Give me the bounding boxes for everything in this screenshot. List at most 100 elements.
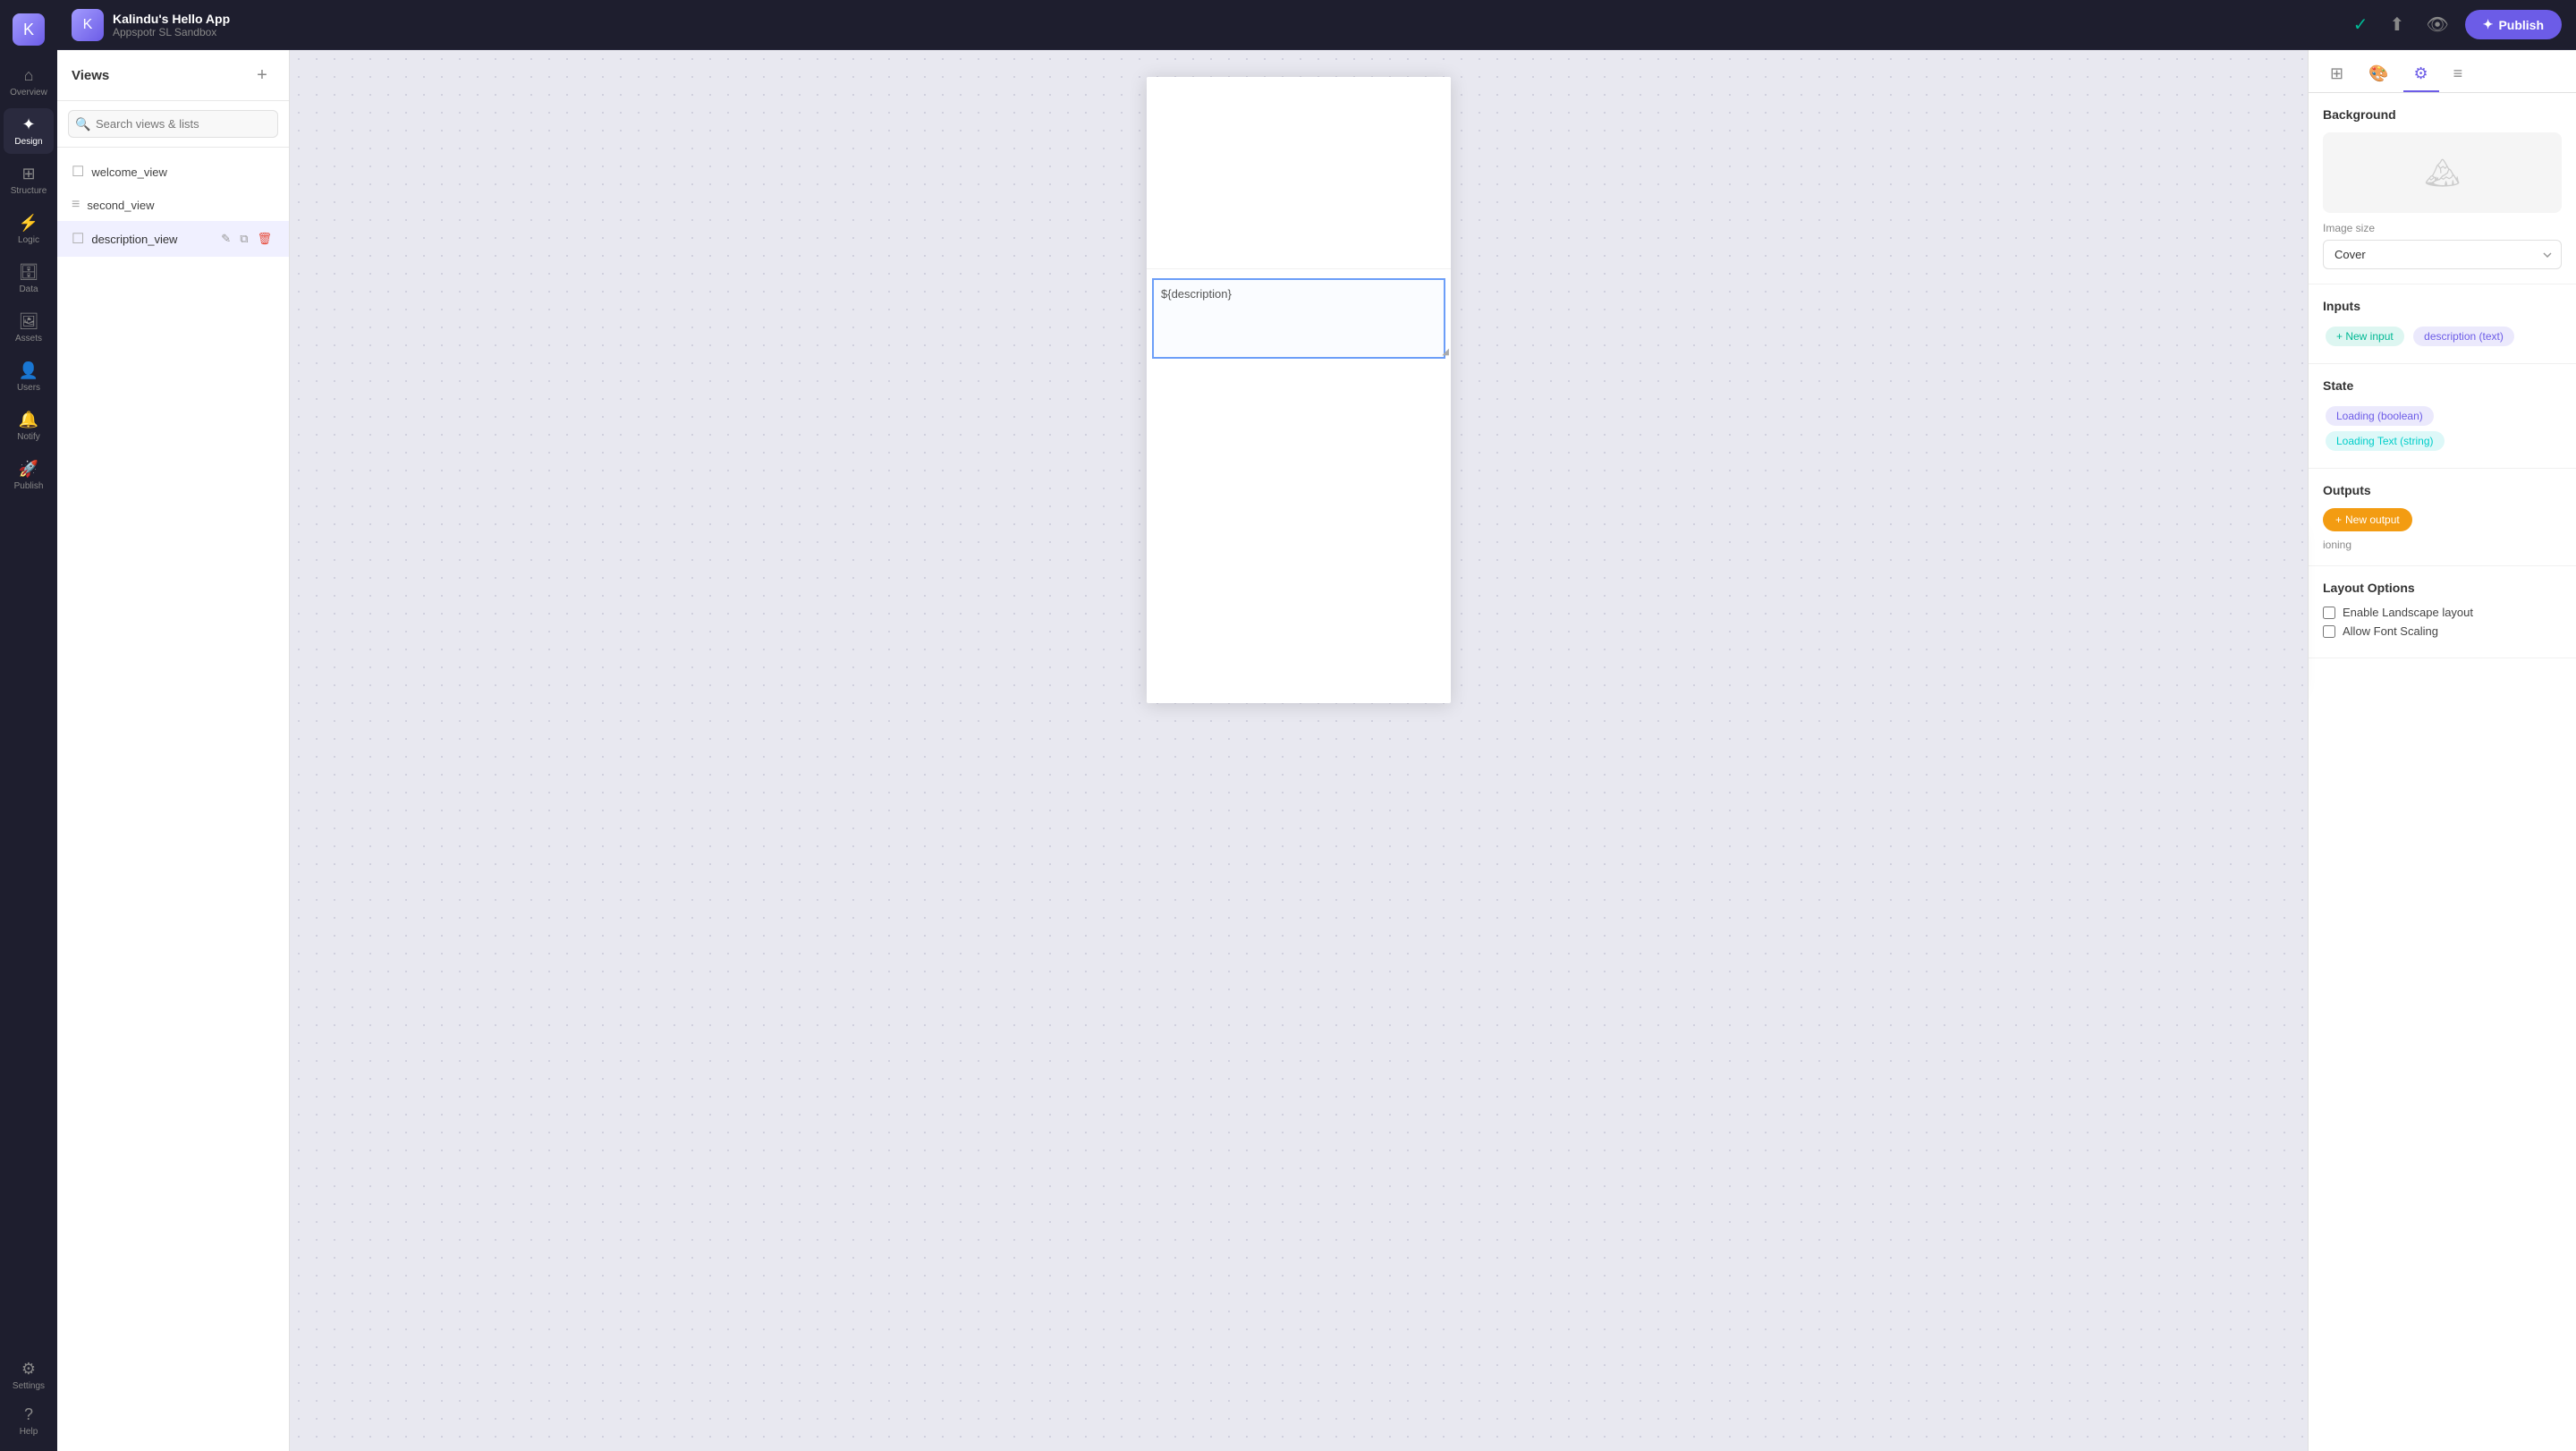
status-check-button[interactable]: ✓ xyxy=(2348,8,2374,41)
layout-options-section: Layout Options Enable Landscape layout A… xyxy=(2309,566,2576,658)
content-area: Views + 🔍 ☐ welcome_view ≡ xyxy=(57,50,2576,1451)
state-section: State Loading (boolean) Loading Text (st… xyxy=(2309,364,2576,469)
image-placeholder-icon: 🏔 xyxy=(2424,156,2461,190)
sidebar-item-label: Users xyxy=(17,383,40,393)
design-icon: ✦ xyxy=(21,115,35,134)
nav-bottom: ⚙ Settings ? Help xyxy=(4,1353,54,1444)
edit-view-button[interactable]: ✎ xyxy=(218,229,233,249)
state-tags: Loading (boolean) Loading Text (string) xyxy=(2323,403,2562,454)
sidebar-item-assets[interactable]: 🖼 Assets xyxy=(4,305,54,351)
sidebar-item-label: Data xyxy=(19,284,38,294)
view-icon: ≡ xyxy=(72,197,80,213)
sidebar-item-logic[interactable]: ⚡ Logic xyxy=(4,207,54,252)
image-size-select[interactable]: Cover Contain Stretch Repeat xyxy=(2323,240,2562,269)
list-item-active[interactable]: ☐ description_view ✎ ⧉ 🗑 xyxy=(57,221,289,257)
sidebar-item-data[interactable]: 🗄 Data xyxy=(4,256,54,301)
view-name: description_view xyxy=(91,233,211,246)
canvas-frame: ${description} ◢ xyxy=(1147,77,1451,703)
right-panel-tabs: ⊞ 🎨 ⚙ ≡ xyxy=(2309,50,2576,93)
search-wrap: 🔍 xyxy=(68,110,278,138)
state-title: State xyxy=(2323,378,2562,393)
layout-options-title: Layout Options xyxy=(2323,581,2562,595)
sidebar-item-label: Structure xyxy=(11,186,47,196)
app-logo-icon: K xyxy=(13,13,45,46)
list-item[interactable]: ≡ second_view xyxy=(57,189,289,221)
notify-icon: 🔔 xyxy=(19,411,38,429)
loading-boolean-tag[interactable]: Loading (boolean) xyxy=(2326,406,2434,426)
background-title: Background xyxy=(2323,107,2562,122)
publish-icon: ✦ xyxy=(2483,17,2494,32)
publish-label: Publish xyxy=(2498,18,2544,32)
overview-icon: ⌂ xyxy=(24,66,34,85)
sidebar-item-settings[interactable]: ⚙ Settings xyxy=(4,1353,54,1398)
sidebar-item-publish[interactable]: 🚀 Publish xyxy=(4,453,54,498)
tab-settings[interactable]: ⚙ xyxy=(2403,57,2439,92)
sidebar-item-users[interactable]: 👤 Users xyxy=(4,354,54,400)
allow-font-scaling-checkbox[interactable] xyxy=(2323,625,2335,638)
view-actions: ✎ ⧉ 🗑 xyxy=(218,229,275,249)
settings-icon: ⚙ xyxy=(21,1360,36,1379)
list-item[interactable]: ☐ welcome_view xyxy=(57,155,289,189)
add-view-button[interactable]: + xyxy=(250,63,275,88)
loading-text-tag[interactable]: Loading Text (string) xyxy=(2326,431,2445,451)
view-name: welcome_view xyxy=(91,165,275,179)
app-subtitle: Appspotr SL Sandbox xyxy=(113,26,230,38)
header-app-info: K Kalindu's Hello App Appspotr SL Sandbo… xyxy=(72,9,2337,41)
sidebar-item-design[interactable]: ✦ Design xyxy=(4,108,54,154)
background-section: Background 🏔 Image size Cover Contain St… xyxy=(2309,93,2576,284)
search-icon: 🔍 xyxy=(75,116,90,132)
sidebar-item-overview[interactable]: ⌂ Overview xyxy=(4,59,54,105)
enable-landscape-checkbox[interactable] xyxy=(2323,607,2335,619)
tab-layers[interactable]: ≡ xyxy=(2443,57,2474,92)
outputs-title: Outputs xyxy=(2323,483,2562,497)
canvas-text-element[interactable]: ${description} xyxy=(1152,278,1445,359)
header-actions: ✓ ⬆ 👁 ✦ Publish xyxy=(2348,8,2562,41)
enable-landscape-label: Enable Landscape layout xyxy=(2343,606,2473,619)
allow-font-scaling-label: Allow Font Scaling xyxy=(2343,624,2438,638)
view-name: second_view xyxy=(87,199,275,212)
canvas-text-wrapper: ${description} ◢ xyxy=(1147,278,1451,359)
new-output-button[interactable]: + New output xyxy=(2323,508,2412,531)
inputs-section: Inputs + New input description (text) xyxy=(2309,284,2576,364)
views-title: Views xyxy=(72,68,109,83)
sidebar-item-label: Assets xyxy=(15,334,42,344)
inputs-title: Inputs xyxy=(2323,299,2562,313)
sidebar-item-label: Design xyxy=(14,137,42,147)
assets-icon: 🖼 xyxy=(19,312,39,331)
publish-nav-icon: 🚀 xyxy=(19,460,38,479)
tab-style[interactable]: 🎨 xyxy=(2358,57,2399,92)
sidebar-item-label: Settings xyxy=(13,1381,45,1391)
new-output-plus-icon: + xyxy=(2335,513,2342,526)
preview-button[interactable]: 👁 xyxy=(2420,8,2453,41)
allow-font-scaling-row: Allow Font Scaling xyxy=(2323,624,2562,638)
publish-button[interactable]: ✦ Publish xyxy=(2465,10,2562,39)
search-input[interactable] xyxy=(68,110,278,138)
data-icon: 🗄 xyxy=(19,263,39,282)
resize-handle[interactable]: ◢ xyxy=(1442,347,1449,357)
structure-icon: ⊞ xyxy=(21,165,35,183)
background-preview[interactable]: 🏔 xyxy=(2323,132,2562,213)
app-name-group: Kalindu's Hello App Appspotr SL Sandbox xyxy=(113,12,230,38)
sidebar-item-structure[interactable]: ⊞ Structure xyxy=(4,157,54,203)
canvas-area[interactable]: ${description} ◢ xyxy=(290,50,2308,1451)
description-tag[interactable]: description (text) xyxy=(2413,327,2514,346)
new-input-button[interactable]: + New input xyxy=(2326,327,2404,346)
sidebar-item-label: Notify xyxy=(17,432,40,442)
views-list: ☐ welcome_view ≡ second_view ☐ descripti… xyxy=(57,148,289,1451)
right-panel: ⊞ 🎨 ⚙ ≡ Background 🏔 Image size Cove xyxy=(2308,50,2576,1451)
copy-view-button[interactable]: ⧉ xyxy=(237,229,250,249)
view-icon: ☐ xyxy=(72,163,84,181)
app-logo: K xyxy=(4,7,54,52)
nav-sidebar: K ⌂ Overview ✦ Design ⊞ Structure ⚡ Logi… xyxy=(0,0,57,1451)
tab-components[interactable]: ⊞ xyxy=(2319,57,2354,92)
logic-icon: ⚡ xyxy=(19,214,38,233)
sidebar-item-notify[interactable]: 🔔 Notify xyxy=(4,403,54,449)
help-icon: ? xyxy=(24,1405,33,1424)
sidebar-item-label: Publish xyxy=(14,481,44,491)
outputs-section: Outputs + New output ioning xyxy=(2309,469,2576,566)
sidebar-item-help[interactable]: ? Help xyxy=(4,1398,54,1444)
share-button[interactable]: ⬆ xyxy=(2385,8,2411,41)
sidebar-item-label: Overview xyxy=(10,88,47,98)
delete-view-button[interactable]: 🗑 xyxy=(254,229,275,249)
inputs-tags: + New input description (text) xyxy=(2323,324,2562,349)
